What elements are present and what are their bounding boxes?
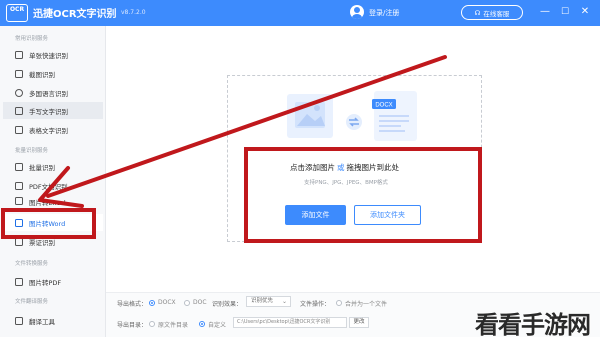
sidebar-item-label: 翻译工具 [29,317,55,326]
excel-icon [15,197,23,205]
sidebar-item-image-to-pdf[interactable]: 图片转PDF [3,273,103,290]
sidebar-item-translate[interactable]: 翻译工具 [3,312,103,329]
translate-icon [15,316,23,325]
sidebar-item-label: 单张快速识别 [29,51,68,60]
drop-subtitle: 支持PNG、JPG、JPEG、BMP格式 [304,180,388,186]
title-bar: OCR 迅捷OCR文字识别 v8.7.2.0 登录/注册 ☊ 在线客服 — ☐ … [0,0,600,26]
sidebar-item-label: 截图识别 [29,70,55,79]
dir-custom-label: 自定义 [208,322,227,329]
dir-custom-radio[interactable] [199,321,205,327]
sidebar-item-excel[interactable]: 图片转Excel [3,196,103,208]
avatar-icon[interactable] [350,5,364,19]
sidebar-item-label: 批量识别 [29,163,55,172]
sidebar-section-translate: 文件翻译服务 [15,299,49,305]
app-logo-icon: OCR [6,4,28,22]
online-service-label: 在线客服 [483,9,510,18]
close-icon[interactable]: ✕ [578,5,592,19]
change-dir-button[interactable]: 更改 [349,317,369,328]
sidebar-section-convert: 文件转换服务 [15,261,49,267]
merge-radio[interactable] [336,300,342,306]
scan-icon [15,50,23,59]
format-docx-radio[interactable] [149,300,155,306]
pen-icon [15,106,23,115]
stack-icon [15,162,23,171]
docx-badge-text: DOCX [375,103,392,109]
add-file-button[interactable]: 添加文件 [285,205,346,225]
watermark: 看看手游网 [475,310,591,337]
sun-icon [314,105,320,111]
chevron-down-icon: ⌄ [281,298,287,305]
format-docx-label: DOCX [158,299,176,306]
sidebar-item-screenshot[interactable]: 截图识别 [3,65,103,82]
file-merge-label: 文件操作： [300,301,331,308]
export-path-input[interactable]: C:\Users\pc\Desktop\迅捷OCR文字识别 [233,317,347,328]
sidebar-item-label: 图片转PDF [29,278,62,287]
sidebar-item-label: PDF文档识别 [29,182,68,191]
minimize-icon[interactable]: — [538,5,552,19]
recognition-select[interactable]: 识别优先 ⌄ [246,296,291,307]
sidebar-item-label: 表格文字识别 [29,126,68,135]
sidebar-item-pdf[interactable]: PDF文档识别 [3,177,103,194]
crop-icon [15,69,23,78]
sidebar-item-label: 图片转Excel [29,199,66,207]
sidebar-item-label: 手写文字识别 [29,107,68,116]
sidebar-item-table[interactable]: 表格文字识别 [3,121,103,138]
login-link[interactable]: 登录/注册 [369,8,399,18]
sidebar-item-label: 多国语言识别 [29,89,68,98]
table-icon [15,125,23,134]
online-service-button[interactable]: ☊ 在线客服 [461,5,523,20]
globe-icon [15,88,23,97]
export-dir-label: 导出目录： [117,322,148,329]
add-folder-button[interactable]: 添加文件夹 [354,205,421,225]
merge-option-label: 合并为一个文件 [345,301,388,308]
sidebar-section-batch: 批量识别服务 [15,148,49,154]
recognition-label: 识别效果： [212,301,243,308]
convert-icon [346,114,362,130]
sidebar-item-batch[interactable]: 批量识别 [3,158,103,175]
dir-original-radio[interactable] [149,321,155,327]
export-format-label: 导出格式： [117,301,148,308]
sidebar-item-quick-recognize[interactable]: 单张快速识别 [3,46,103,63]
format-doc-radio[interactable] [184,300,190,306]
drop-title: 点击添加图片或拖拽图片到此处 [290,163,399,172]
headset-icon: ☊ [474,8,481,17]
app-title: 迅捷OCR文字识别 [33,9,117,20]
sidebar-section-common: 常用识别服务 [15,36,49,42]
app-version: v8.7.2.0 [121,9,146,16]
format-doc-label: DOC [193,299,207,306]
highlight-box-sidebar [1,208,96,239]
dir-original-label: 原文件目录 [158,322,189,329]
image-pdf-icon [15,277,23,286]
pdf-icon [15,181,23,190]
maximize-icon[interactable]: ☐ [558,5,572,19]
sidebar-item-handwriting[interactable]: 手写文字识别 [3,102,103,119]
upload-illustration: DOCX [287,91,417,141]
sidebar-item-multilang[interactable]: 多国语言识别 [3,84,103,101]
